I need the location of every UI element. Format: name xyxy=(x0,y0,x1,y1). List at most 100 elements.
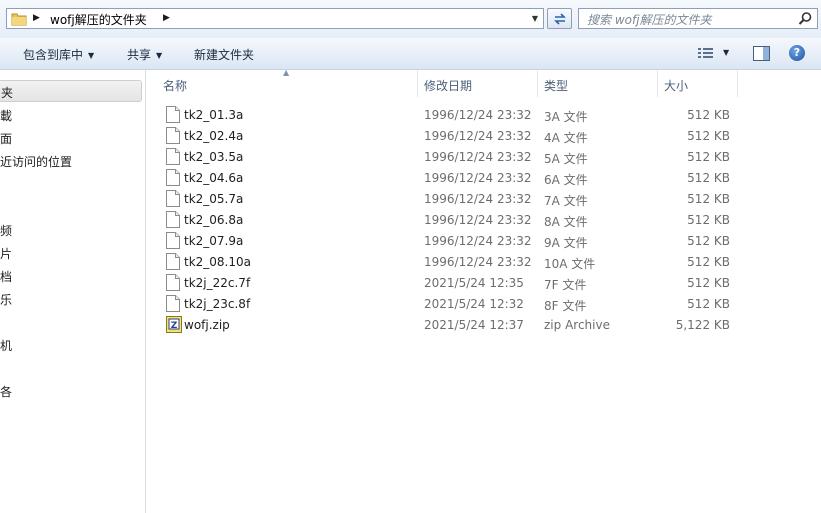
nav-item-desktop[interactable]: 面 xyxy=(0,130,12,147)
file-type: 7F 文件 xyxy=(544,278,587,292)
column-header-modified[interactable]: 修改日期 xyxy=(418,70,538,97)
file-type: 7A 文件 xyxy=(544,194,588,208)
svg-text:Z: Z xyxy=(171,321,178,331)
zip-archive-icon: Z xyxy=(166,316,182,336)
breadcrumb-arrow-icon[interactable]: ▶ xyxy=(33,13,40,23)
file-name: tk2_04.6a xyxy=(184,171,244,185)
nav-item-network[interactable]: 各 xyxy=(0,383,12,400)
breadcrumb-arrow-icon[interactable]: ▶ xyxy=(163,13,170,23)
help-icon[interactable]: ? xyxy=(789,45,805,61)
file-name: tk2_08.10a xyxy=(184,255,251,269)
file-type: 8F 文件 xyxy=(544,299,587,313)
file-modified-date: 1996/12/24 23:32 xyxy=(424,192,532,206)
search-input[interactable]: 搜索 wofj解压的文件夹 xyxy=(578,8,818,29)
file-row[interactable]: tk2j_22c.7f 2021/5/24 12:35 7F 文件 512 KB xyxy=(158,272,738,293)
column-header-type[interactable]: 类型 xyxy=(538,70,658,97)
search-icon[interactable] xyxy=(798,11,813,29)
preview-pane-icon[interactable] xyxy=(753,46,770,64)
file-type: 5A 文件 xyxy=(544,152,588,166)
nav-item-downloads[interactable]: 載 xyxy=(0,107,12,124)
search-placeholder: 搜索 wofj解压的文件夹 xyxy=(587,13,712,27)
file-name: tk2_02.4a xyxy=(184,129,244,143)
file-name: tk2_07.9a xyxy=(184,234,244,248)
file-name: tk2_05.7a xyxy=(184,192,244,206)
file-size: 512 KB xyxy=(687,129,730,143)
file-type: 8A 文件 xyxy=(544,215,588,229)
file-size: 512 KB xyxy=(687,150,730,164)
navigation-pane[interactable]: 夹 載 面 近访问的位置 频 片 档 乐 机 各 xyxy=(0,70,146,513)
nav-item-documents[interactable]: 档 xyxy=(0,268,12,285)
share-label: 共享 xyxy=(127,48,152,62)
file-name: tk2j_22c.7f xyxy=(184,276,251,290)
new-folder-button[interactable]: 新建文件夹 xyxy=(194,46,254,63)
file-row[interactable]: tk2_01.3a 1996/12/24 23:32 3A 文件 512 KB xyxy=(158,104,738,125)
nav-item-computer[interactable]: 机 xyxy=(0,337,12,354)
share-button[interactable]: 共享 ▼ xyxy=(127,46,162,63)
file-modified-date: 1996/12/24 23:32 xyxy=(424,213,532,227)
file-modified-date: 1996/12/24 23:32 xyxy=(424,171,532,185)
file-row[interactable]: tk2_06.8a 1996/12/24 23:32 8A 文件 512 KB xyxy=(158,209,738,230)
file-row[interactable]: Z wofj.zip 2021/5/24 12:37 zip Archive 5… xyxy=(158,314,738,335)
file-size: 512 KB xyxy=(687,276,730,290)
file-modified-date: 1996/12/24 23:32 xyxy=(424,255,532,269)
file-type: 3A 文件 xyxy=(544,110,588,124)
file-icon xyxy=(166,127,180,147)
file-modified-date: 1996/12/24 23:32 xyxy=(424,150,532,164)
file-type: 6A 文件 xyxy=(544,173,588,187)
file-name: tk2_01.3a xyxy=(184,108,244,122)
breadcrumb-current-folder[interactable]: wofj解压的文件夹 xyxy=(50,11,147,28)
file-row[interactable]: tk2_04.6a 1996/12/24 23:32 6A 文件 512 KB xyxy=(158,167,738,188)
file-type: 4A 文件 xyxy=(544,131,588,145)
include-in-library-label: 包含到库中 xyxy=(23,48,84,62)
file-size: 512 KB xyxy=(687,297,730,311)
file-icon xyxy=(166,232,180,252)
file-row[interactable]: tk2j_23c.8f 2021/5/24 12:32 8F 文件 512 KB xyxy=(158,293,738,314)
file-size: 512 KB xyxy=(687,108,730,122)
include-in-library-button[interactable]: 包含到库中 ▼ xyxy=(23,46,94,63)
file-modified-date: 1996/12/24 23:32 xyxy=(424,108,532,122)
file-icon xyxy=(166,253,180,273)
command-toolbar: 包含到库中 ▼ 共享 ▼ 新建文件夹 ▼ ? xyxy=(0,38,821,70)
address-bar[interactable]: ▶ wofj解压的文件夹 ▶ ▼ xyxy=(6,8,544,29)
chevron-down-icon: ▼ xyxy=(156,51,163,60)
file-icon xyxy=(166,169,180,189)
file-size: 512 KB xyxy=(687,192,730,206)
file-name: tk2_06.8a xyxy=(184,213,244,227)
file-size: 512 KB xyxy=(687,255,730,269)
file-size: 512 KB xyxy=(687,213,730,227)
file-name: wofj.zip xyxy=(184,318,230,332)
file-name: tk2j_23c.8f xyxy=(184,297,251,311)
address-dropdown-icon[interactable]: ▼ xyxy=(527,9,543,28)
file-icon xyxy=(166,106,180,126)
file-size: 5,122 KB xyxy=(675,318,730,332)
file-row[interactable]: tk2_07.9a 1996/12/24 23:32 9A 文件 512 KB xyxy=(158,230,738,251)
folder-icon xyxy=(11,12,27,29)
refresh-icon xyxy=(554,13,566,25)
file-row[interactable]: tk2_05.7a 1996/12/24 23:32 7A 文件 512 KB xyxy=(158,188,738,209)
file-modified-date: 2021/5/24 12:37 xyxy=(424,318,524,332)
file-modified-date: 1996/12/24 23:32 xyxy=(424,129,532,143)
file-icon xyxy=(166,211,180,231)
nav-item-videos[interactable]: 频 xyxy=(0,222,12,239)
view-options-icon[interactable] xyxy=(698,47,714,62)
nav-item-recent-places[interactable]: 近访问的位置 xyxy=(0,153,72,170)
file-type: 10A 文件 xyxy=(544,257,596,271)
nav-item-favorites[interactable]: 夹 xyxy=(0,80,142,102)
column-header-name[interactable]: 名称 xyxy=(157,70,418,97)
file-row[interactable]: tk2_08.10a 1996/12/24 23:32 10A 文件 512 K… xyxy=(158,251,738,272)
refresh-button[interactable] xyxy=(547,8,572,29)
file-size: 512 KB xyxy=(687,171,730,185)
file-row[interactable]: tk2_02.4a 1996/12/24 23:32 4A 文件 512 KB xyxy=(158,125,738,146)
view-dropdown-icon[interactable]: ▼ xyxy=(723,48,729,57)
nav-item-music[interactable]: 乐 xyxy=(0,291,12,308)
address-bar-area: ▶ wofj解压的文件夹 ▶ ▼ 搜索 wofj解压的文件夹 xyxy=(0,0,821,38)
file-modified-date: 1996/12/24 23:32 xyxy=(424,234,532,248)
nav-item-pictures[interactable]: 片 xyxy=(0,245,12,262)
column-header-size[interactable]: 大小 xyxy=(658,70,738,97)
file-icon xyxy=(166,274,180,294)
file-type: 9A 文件 xyxy=(544,236,588,250)
file-size: 512 KB xyxy=(687,234,730,248)
file-row[interactable]: tk2_03.5a 1996/12/24 23:32 5A 文件 512 KB xyxy=(158,146,738,167)
file-modified-date: 2021/5/24 12:32 xyxy=(424,297,524,311)
file-modified-date: 2021/5/24 12:35 xyxy=(424,276,524,290)
